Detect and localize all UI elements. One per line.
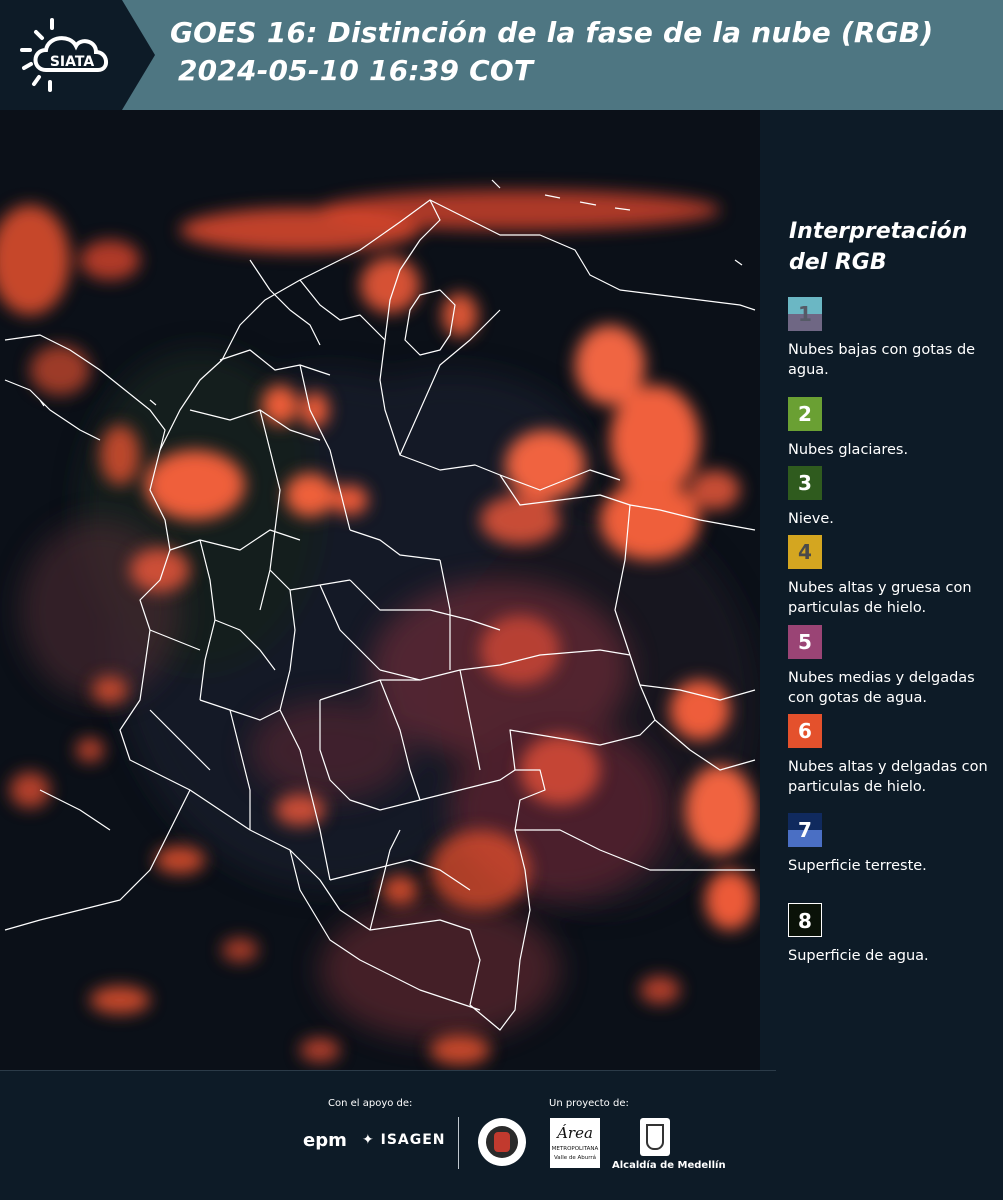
title-line-2: 2024-05-10 16:39 COT — [178, 54, 534, 87]
legend-number: 3 — [798, 471, 812, 495]
legend-title: Interpretación del RGB — [789, 219, 968, 275]
legend-number: 8 — [798, 909, 812, 933]
footer: Con el apoyo de: Un proyecto de: epm ✦ I… — [0, 1070, 1003, 1200]
legend-number: 4 — [798, 540, 812, 564]
isagen-logo: ✦ ISAGEN — [362, 1132, 446, 1148]
legend-label: Nubes bajas con gotas de agua. — [788, 342, 976, 378]
legend-swatch: 7 — [788, 813, 822, 847]
legend-item-6: 6 Nubes altas y delgadas con particulas d… — [788, 714, 998, 797]
legend-swatch: 3 — [788, 466, 822, 500]
alcaldia-shield-icon — [640, 1118, 670, 1156]
epm-logo: epm — [303, 1130, 347, 1151]
legend-label: Nubes glaciares. — [788, 442, 909, 458]
legend-item-2: 2 Nubes glaciares. — [788, 397, 998, 460]
legend-label: Nieve. — [788, 511, 834, 527]
legend-item-4: 4 Nubes altas y gruesa con particulas de … — [788, 535, 998, 618]
legend-number: 7 — [798, 818, 812, 842]
legend-item-7: 7 Superficie terreste. — [788, 813, 998, 876]
legend-number: 6 — [798, 719, 812, 743]
legend-panel: Interpretación del RGB 1 Nubes bajas con … — [760, 110, 1003, 1070]
legend-label: Superficie terreste. — [788, 858, 927, 874]
legend-item-5: 5 Nubes medias y delgadas con gotas de ag… — [788, 625, 998, 708]
alcaldia-text: Alcaldía de Medellín — [612, 1160, 726, 1171]
page-title: GOES 16: Distinción de la fase de la nub… — [170, 14, 933, 90]
legend-swatch: 5 — [788, 625, 822, 659]
satellite-map — [0, 110, 760, 1070]
satellite-image — [0, 110, 760, 1070]
legend-item-8: 8 Superficie de agua. — [788, 903, 998, 966]
legend-number: 5 — [798, 630, 812, 654]
seal-icon — [478, 1118, 526, 1166]
title-line-1: GOES 16: Distinción de la fase de la nub… — [170, 16, 934, 49]
area-metropolitana-logo: Área METROPOLITANA Valle de Aburrá — [550, 1118, 600, 1168]
support-label: Con el apoyo de: — [328, 1098, 413, 1109]
legend-swatch: 4 — [788, 535, 822, 569]
legend-swatch: 8 — [788, 903, 822, 937]
legend-item-3: 3 Nieve. — [788, 466, 998, 529]
isagen-mark-icon: ✦ — [362, 1132, 375, 1148]
header-bar: SIATA GOES 16: Distinción de la fase de … — [0, 0, 1003, 110]
legend-label: Superficie de agua. — [788, 948, 929, 964]
isagen-text: ISAGEN — [380, 1132, 446, 1148]
legend-swatch: 6 — [788, 714, 822, 748]
legend-label: Nubes medias y delgadas con gotas de agu… — [788, 670, 975, 706]
legend-number: 2 — [798, 402, 812, 426]
legend-swatch: 1 — [788, 297, 822, 331]
svg-text:SIATA: SIATA — [50, 54, 95, 70]
legend-label: Nubes altas y gruesa con particulas de h… — [788, 580, 972, 616]
legend-item-1: 1 Nubes bajas con gotas de agua. — [788, 297, 998, 380]
legend-label: Nubes altas y delgadas con particulas de… — [788, 759, 988, 795]
siata-logo: SIATA — [0, 0, 155, 110]
footer-divider — [0, 1070, 776, 1071]
footer-vertical-separator — [458, 1117, 459, 1169]
project-label: Un proyecto de: — [549, 1098, 629, 1109]
legend-swatch: 2 — [788, 397, 822, 431]
legend-number: 1 — [798, 302, 812, 326]
